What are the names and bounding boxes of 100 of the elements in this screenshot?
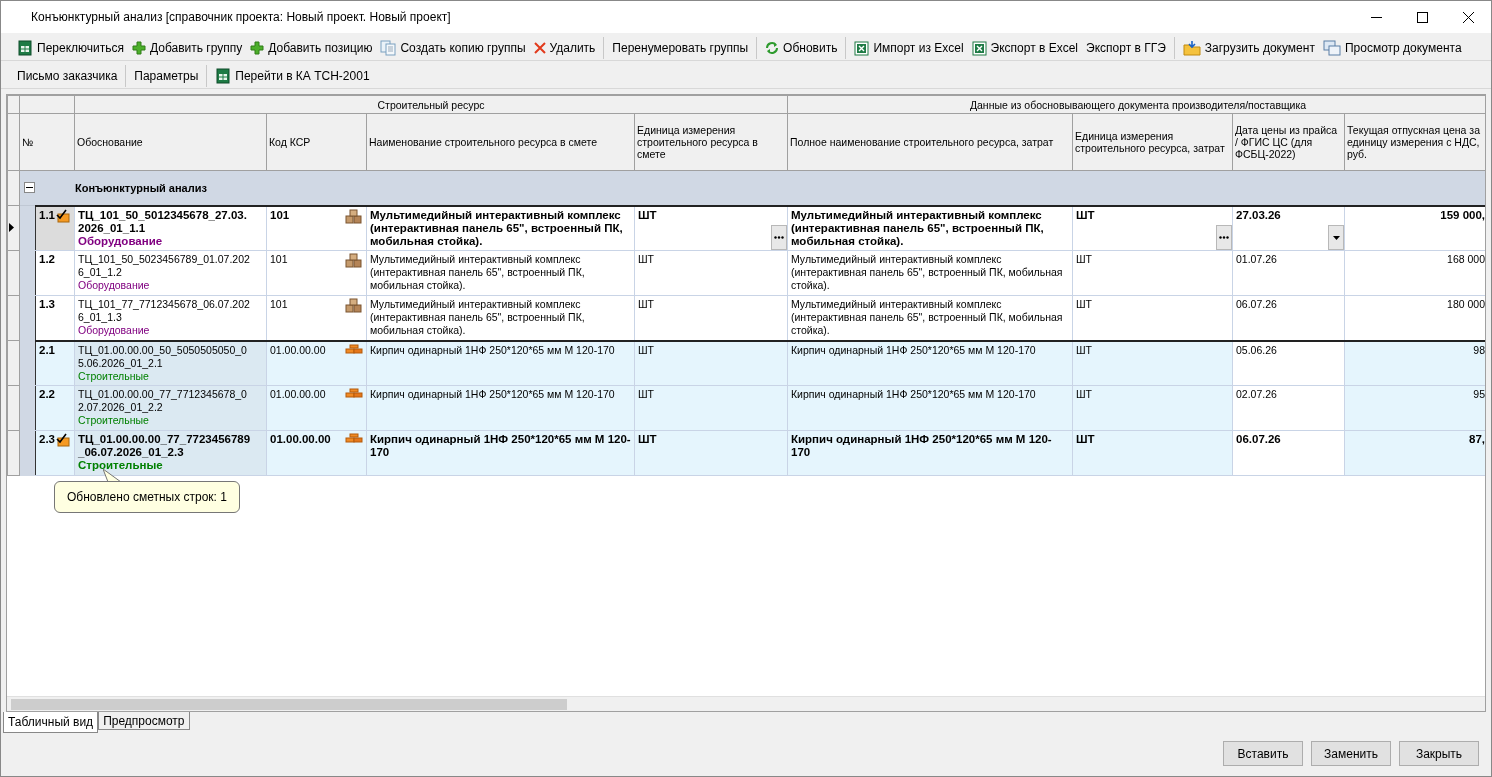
toolbar-button[interactable]: Добавить позицию (246, 37, 377, 59)
tab[interactable]: Предпросмотр (98, 712, 190, 730)
tooltip-pointer (103, 469, 123, 483)
table-cell: 87, (1344, 430, 1485, 476)
table-cell: Мультимедийный интерактивный комплекс (интерактивная панель 65", встроенный ПК, мобильная стойка). (366, 295, 635, 341)
toolbar-button[interactable]: Переключиться (13, 37, 128, 59)
table-cell: 01.00.00.00 (266, 340, 367, 386)
folder-icon (1182, 40, 1201, 56)
boxes-icon (345, 208, 363, 224)
refresh-icon (765, 41, 780, 55)
toolbar-button[interactable]: Создать копию группы (376, 37, 530, 59)
ellipsis-button[interactable] (771, 225, 787, 250)
toolbar-button[interactable]: Загрузить документ (1178, 37, 1319, 59)
table-cell: ТЦ_101_77_7712345678_06.07.2026_01_1.3 Оборудование (74, 295, 267, 341)
table-cell: ШТ (1072, 340, 1233, 386)
toolbar-button[interactable]: Перейти в КА ТСН-2001 (211, 65, 374, 87)
column-header: Единица измерения строительного ресурса в смете (634, 113, 788, 171)
collapse-icon[interactable] (24, 182, 35, 194)
table-cell: 05.06.26 (1232, 340, 1345, 386)
dropdown-button[interactable] (1328, 225, 1344, 250)
caret-icon (1332, 235, 1340, 240)
maximize-icon[interactable] (1416, 11, 1428, 23)
table-cell: 27.03.26 (1232, 205, 1345, 251)
table-cell: 2.2 (35, 385, 75, 431)
table-cell: 02.07.26 (1232, 385, 1345, 431)
horizontal-scrollbar[interactable] (7, 696, 1485, 711)
toolbar-button[interactable]: Экспорт в ГГЭ (1082, 37, 1170, 59)
table-cell: Кирпич одинарный 1НФ 250*120*65 мм М 120-170 (787, 385, 1073, 431)
spreadsheet-icon (854, 40, 870, 56)
table-cell: 98 (1344, 340, 1485, 386)
table-cell: ШТ (634, 250, 788, 296)
column-group-header: Строительный ресурс (74, 95, 788, 114)
table-cell: 95 (1344, 385, 1485, 431)
spreadsheet-icon (215, 68, 232, 84)
plus-icon (250, 41, 265, 55)
table-cell: 159 000, (1344, 205, 1485, 251)
table-cell: ТЦ_01.00.00.00_77_7712345678_02.07.2026_01_2.2 Строительные (74, 385, 267, 431)
column-header: Дата цены из прайса / ФГИС ЦС (для ФСБЦ-2022) (1232, 113, 1345, 171)
table-cell: ТЦ_01.00.00.00_77_7723456789_06.07.2026_01_2.3 Строительные (74, 430, 267, 476)
table-cell: 2.3 (35, 430, 75, 476)
folder-check-icon (56, 433, 70, 447)
table-cell: ШТ (634, 385, 788, 431)
table-cell: ТЦ_01.00.00.00_50_5050505050_05.06.2026_01_2.1 Строительные (74, 340, 267, 386)
close-icon[interactable] (1462, 11, 1474, 23)
boxes-icon (345, 298, 363, 313)
table-cell: Кирпич одинарный 1НФ 250*120*65 мм М 120-170 (787, 340, 1073, 386)
close-icon (533, 42, 546, 54)
table-cell: 01.00.00.00 (266, 430, 367, 476)
table-cell: ШТ (1072, 205, 1233, 251)
ellipsis-button[interactable] (1216, 225, 1232, 250)
window-title: Конъюнктурный анализ [справочник проекта: Новый проект. Новый проект] (31, 10, 452, 24)
table-cell: ШТ (1072, 295, 1233, 341)
table-cell: ШТ (634, 295, 788, 341)
table-cell: Мультимедийный интерактивный комплекс (интерактивная панель 65", встроенный ПК, мобильная стойка). (787, 205, 1073, 251)
tab[interactable]: Табличный вид (3, 712, 99, 733)
table-cell: 168 000 (1344, 250, 1485, 296)
toolbar-button[interactable]: Обновить (761, 37, 842, 59)
table-cell: ШТ (1072, 250, 1233, 296)
toolbar-button[interactable]: Удалить (529, 37, 600, 59)
toolbar-button[interactable]: Импорт из Excel (850, 37, 968, 59)
table-cell: Мультимедийный интерактивный комплекс (интерактивная панель 65", встроенный ПК, мобильная стойка). (366, 205, 635, 251)
table-cell: 101 (266, 250, 367, 296)
toolbar-button[interactable]: Экспорт в Excel (967, 37, 1083, 59)
copy-icon (380, 40, 397, 56)
table-cell: ШТ (634, 205, 788, 251)
toolbar-button[interactable]: Добавить группу (128, 37, 247, 59)
bricks-icon (345, 388, 363, 398)
ellipsis-icon (1219, 236, 1229, 239)
dialog-button[interactable]: Заменить (1311, 741, 1391, 766)
table-cell: Кирпич одинарный 1НФ 250*120*65 мм М 120-170 (366, 430, 635, 476)
column-group-header: Данные из обосновывающего документа производителя/поставщика (787, 95, 1485, 114)
toolbar-button[interactable]: Письмо заказчика (13, 65, 122, 87)
column-header: Код КСР (266, 113, 367, 171)
table-cell: ТЦ_101_50_5012345678_27.03.2026_01_1.1 Оборудование (74, 205, 267, 251)
column-header: Полное наименование строительного ресурса, затрат (787, 113, 1073, 171)
spreadsheet-icon (971, 40, 987, 56)
spreadsheet-icon (17, 40, 33, 56)
dialog-button[interactable]: Вставить (1223, 741, 1303, 766)
group-title: Конъюнктурный анализ (75, 181, 207, 194)
table-cell: 1.2 (35, 250, 75, 296)
dialog-button[interactable]: Закрыть (1399, 741, 1479, 766)
current-row-icon (8, 223, 14, 232)
table-cell: 06.07.26 (1232, 295, 1345, 341)
plus-icon (132, 41, 146, 55)
ellipsis-icon (774, 236, 784, 239)
table-cell: 101 (266, 205, 367, 251)
table-cell: ТЦ_101_50_5023456789_01.07.2026_01_1.2 Оборудование (74, 250, 267, 296)
table-cell: Мультимедийный интерактивный комплекс (интерактивная панель 65", встроенный ПК, мобильная стойка). (787, 250, 1073, 296)
column-header: Наименование строительного ресурса в смете (366, 113, 635, 171)
toolbar-button[interactable]: Параметры (130, 65, 203, 87)
table-cell: Мультимедийный интерактивный комплекс (интерактивная панель 65", встроенный ПК, мобильная стойка). (366, 250, 635, 296)
boxes-icon (345, 253, 363, 268)
table-cell: 1.1 (35, 205, 75, 251)
minimize-icon[interactable] (1370, 16, 1382, 18)
bricks-icon (345, 433, 363, 443)
bricks-icon (345, 343, 363, 354)
table-cell: 01.00.00.00 (266, 385, 367, 431)
table-cell: 1.3 (35, 295, 75, 341)
toolbar-button[interactable]: Перенумеровать группы (608, 37, 753, 59)
toolbar-button[interactable]: Просмотр документа (1318, 37, 1466, 59)
